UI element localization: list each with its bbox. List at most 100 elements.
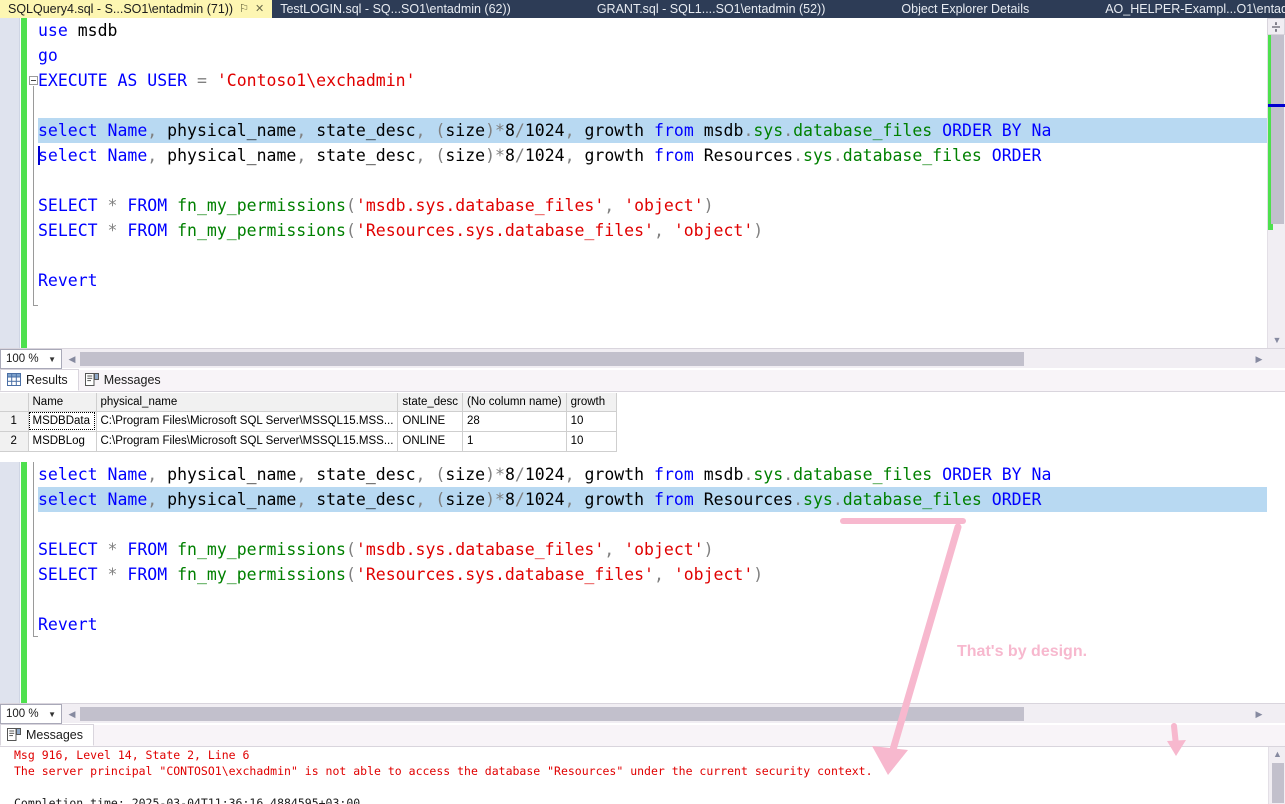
table-row[interactable]: 2 MSDBLog C:\Program Files\Microsoft SQL S… xyxy=(0,431,617,452)
messages-tab-strip: Messages xyxy=(0,724,1285,747)
messages-vertical-scrollbar[interactable]: ▲ xyxy=(1268,747,1285,804)
table-cell[interactable]: C:\Program Files\Microsoft SQL Server\MS… xyxy=(96,411,399,432)
table-row[interactable]: 1 MSDBData C:\Program Files\Microsoft SQL … xyxy=(0,411,617,432)
grid-corner-header[interactable] xyxy=(0,393,29,412)
code-token: physical_name xyxy=(167,490,297,509)
code-token: 'object' xyxy=(624,540,704,559)
fold-region-line-bottom xyxy=(33,462,38,637)
column-header[interactable]: Name xyxy=(28,393,97,412)
code-line[interactable]: go xyxy=(38,43,1267,68)
editor-tab-0[interactable]: SQLQuery4.sql - S...SO1\entadmin (71)) ⚐ ✕ xyxy=(0,0,273,18)
editor-tab-2[interactable]: GRANT.sql - SQL1....SO1\entadmin (52)) xyxy=(589,0,834,18)
table-cell[interactable]: ONLINE xyxy=(397,411,464,432)
chevron-down-icon: ▼ xyxy=(48,354,56,364)
table-cell[interactable]: ONLINE xyxy=(397,431,464,452)
editor-tab-3[interactable]: Object Explorer Details xyxy=(893,0,1037,18)
messages-vscroll-thumb[interactable] xyxy=(1272,763,1284,803)
vscroll-thumb-top[interactable] xyxy=(1271,34,1284,224)
table-cell[interactable]: 10 xyxy=(566,431,617,452)
column-header[interactable]: physical_name xyxy=(96,393,399,412)
editor-tab-1[interactable]: TestLOGIN.sql - SQ...SO1\entadmin (62)) xyxy=(272,0,519,18)
row-number[interactable]: 2 xyxy=(0,431,29,452)
scroll-left-arrow-icon[interactable]: ◀ xyxy=(64,350,80,368)
table-cell[interactable]: C:\Program Files\Microsoft SQL Server\MS… xyxy=(96,431,399,452)
sql-editor-bottom[interactable]: select Name, physical_name, state_desc, … xyxy=(0,462,1285,703)
hscroll-track-top[interactable] xyxy=(80,352,1251,366)
code-line[interactable]: SELECT * FROM fn_my_permissions('msdb.sy… xyxy=(38,537,1267,562)
code-line[interactable] xyxy=(38,587,1267,612)
code-text-top[interactable]: use msdb go EXECUTE AS USER = 'Contoso1\ex… xyxy=(38,18,1267,348)
code-token: size xyxy=(445,490,486,509)
code-token: ) xyxy=(485,121,496,140)
column-header[interactable]: growth xyxy=(566,393,617,412)
code-line[interactable]: select Name, physical_name, state_desc, … xyxy=(38,462,1267,487)
scroll-left-arrow-icon[interactable]: ◀ xyxy=(64,705,80,723)
code-token: * xyxy=(495,146,505,165)
code-token: . xyxy=(832,146,843,165)
results-grid[interactable]: Name physical_name state_desc (No column na… xyxy=(0,393,1285,454)
code-text-bottom[interactable]: select Name, physical_name, state_desc, … xyxy=(38,462,1267,703)
row-number[interactable]: 1 xyxy=(0,411,29,432)
table-cell[interactable]: MSDBLog xyxy=(28,431,97,452)
code-line[interactable]: Revert xyxy=(38,612,1267,637)
column-header[interactable]: state_desc xyxy=(397,393,464,412)
horizontal-scrollbar-bottom[interactable]: ◀ ▶ xyxy=(64,705,1267,723)
editor-tab-4[interactable]: AO_HELPER-Exampl...O1\entadmin (63)) xyxy=(1097,0,1285,18)
pin-tab-icon[interactable]: ⚐ xyxy=(239,3,249,15)
code-line[interactable] xyxy=(38,512,1267,537)
code-line[interactable]: select Name, physical_name, state_desc, … xyxy=(38,118,1267,143)
code-token: , xyxy=(147,146,168,165)
zoom-level-combobox-bottom[interactable]: 100 % ▼ xyxy=(0,704,62,724)
scroll-right-arrow-icon[interactable]: ▶ xyxy=(1251,350,1267,368)
results-table-body: 1 MSDBData C:\Program Files\Microsoft SQL … xyxy=(0,411,617,452)
hscroll-thumb-bottom[interactable] xyxy=(80,707,1024,721)
code-line[interactable]: SELECT * FROM fn_my_permissions('Resourc… xyxy=(38,218,1267,243)
result-tab-messages[interactable]: Messages xyxy=(0,724,94,746)
code-line[interactable]: select Name, physical_name, state_desc, … xyxy=(38,487,1267,512)
code-line[interactable]: SELECT * FROM fn_my_permissions('Resourc… xyxy=(38,562,1267,587)
code-token: 1024 xyxy=(524,121,565,140)
messages-pane[interactable]: Msg 916, Level 14, State 2, Line 6 The se… xyxy=(0,747,1285,804)
scroll-up-arrow-icon[interactable]: ▲ xyxy=(1269,747,1285,761)
code-line[interactable]: select Name, physical_name, state_desc, … xyxy=(38,143,1267,168)
editor-splitter-button[interactable] xyxy=(1267,18,1285,35)
code-token: , xyxy=(296,490,317,509)
code-line[interactable] xyxy=(38,168,1267,193)
code-line[interactable]: Revert xyxy=(38,268,1267,293)
scroll-down-arrow-icon[interactable]: ▼ xyxy=(1268,332,1285,348)
vertical-scrollbar-top[interactable]: ▲ ▼ xyxy=(1267,18,1285,348)
code-token: 8 xyxy=(504,490,515,509)
code-line[interactable] xyxy=(38,243,1267,268)
hscroll-track-bottom[interactable] xyxy=(80,707,1251,721)
result-tab-results[interactable]: Results xyxy=(0,369,79,391)
table-cell[interactable]: 1 xyxy=(462,431,567,452)
code-token: , xyxy=(564,465,585,484)
result-tab-messages[interactable]: Messages xyxy=(79,369,171,391)
table-cell[interactable]: 10 xyxy=(566,411,617,432)
zoom-level-combobox-top[interactable]: 100 % ▼ xyxy=(0,349,62,369)
code-token: , xyxy=(564,490,585,509)
code-token: Revert xyxy=(38,615,98,634)
code-token: ) xyxy=(753,565,764,584)
horizontal-scrollbar-top[interactable]: ◀ ▶ xyxy=(64,350,1267,368)
code-line[interactable]: use msdb xyxy=(38,18,1267,43)
code-token: fn_my_permissions xyxy=(177,196,346,215)
code-token: Resources xyxy=(703,490,794,509)
table-cell[interactable]: MSDBData xyxy=(28,411,97,432)
code-line[interactable]: EXECUTE AS USER = 'Contoso1\exchadmin' xyxy=(38,68,1267,93)
fold-collapse-box[interactable] xyxy=(29,76,38,85)
code-line[interactable]: SELECT * FROM fn_my_permissions('msdb.sy… xyxy=(38,193,1267,218)
sql-editor-top[interactable]: use msdb go EXECUTE AS USER = 'Contoso1\ex… xyxy=(0,18,1285,348)
grid-icon xyxy=(7,373,21,386)
vscroll-track-top[interactable] xyxy=(1268,34,1285,332)
scroll-right-arrow-icon[interactable]: ▶ xyxy=(1251,705,1267,723)
table-cell[interactable]: 28 xyxy=(462,411,567,432)
code-token: physical_name xyxy=(167,465,297,484)
close-tab-icon[interactable]: ✕ xyxy=(255,3,264,15)
code-token: Name xyxy=(107,465,148,484)
column-header[interactable]: (No column name) xyxy=(462,393,567,412)
hscroll-thumb-top[interactable] xyxy=(80,352,1024,366)
code-line[interactable] xyxy=(38,93,1267,118)
code-token: * xyxy=(495,490,505,509)
fold-region-line xyxy=(33,86,38,306)
